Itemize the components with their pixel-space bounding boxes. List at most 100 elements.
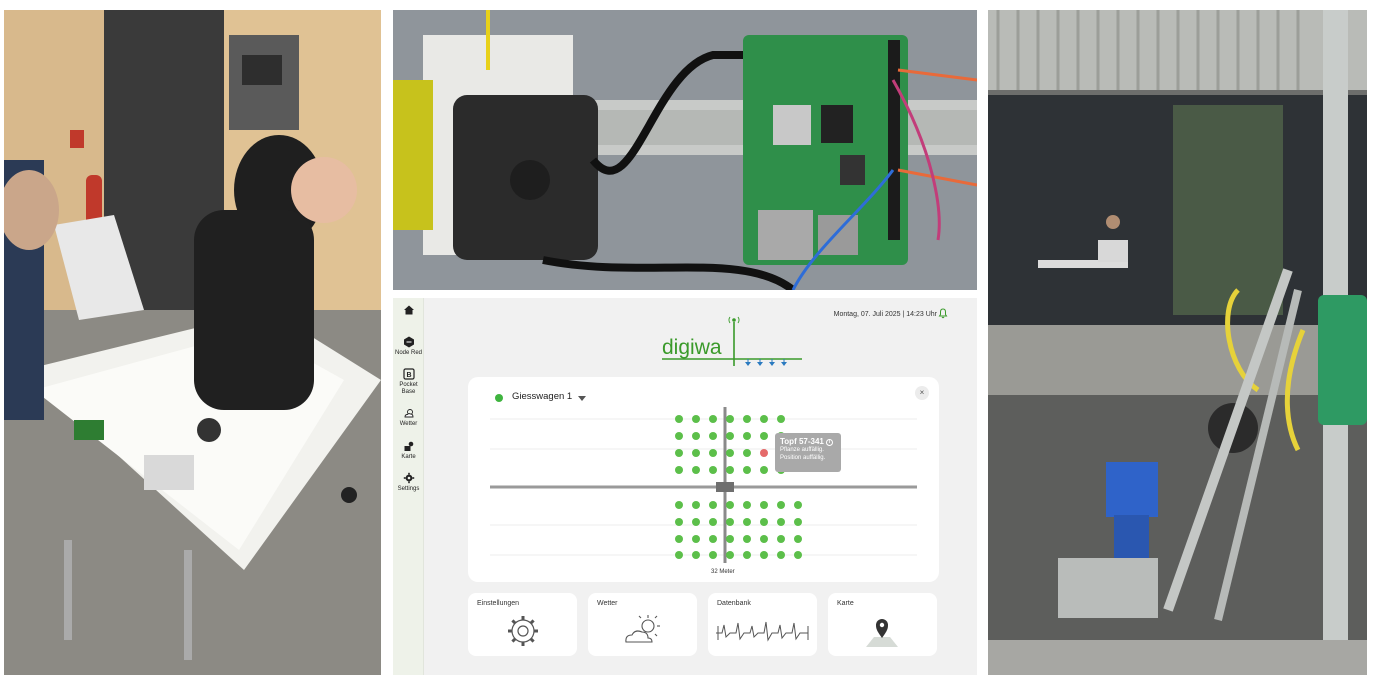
- sidebar-item-label: Settings: [397, 486, 420, 492]
- plant-pot[interactable]: [709, 518, 717, 526]
- plant-pot[interactable]: [794, 518, 802, 526]
- plant-pot[interactable]: [692, 415, 700, 423]
- sidebar-item-label: Pocket Base: [399, 382, 418, 395]
- sidebar-item-pocket-base[interactable]: B Pocket Base: [393, 368, 424, 396]
- plant-pot[interactable]: [709, 432, 717, 440]
- plant-pot[interactable]: [794, 535, 802, 543]
- plant-pot[interactable]: [709, 466, 717, 474]
- plant-pot[interactable]: [726, 518, 734, 526]
- plant-pot[interactable]: [726, 466, 734, 474]
- plant-pot[interactable]: [675, 432, 683, 440]
- plant-pot[interactable]: [760, 535, 768, 543]
- plant-pot[interactable]: [675, 518, 683, 526]
- plant-pot[interactable]: [726, 551, 734, 559]
- photo-outdoor-setup: [988, 10, 1367, 675]
- plant-pot[interactable]: [692, 551, 700, 559]
- plant-pot[interactable]: [675, 501, 683, 509]
- sidebar-item-node-red[interactable]: Node Red: [393, 336, 424, 357]
- plant-pot[interactable]: [760, 415, 768, 423]
- plant-pot[interactable]: [675, 551, 683, 559]
- dashboard-header: digiwa Montag, 07. Juli 2025 | 14:23 Uhr: [424, 298, 977, 370]
- sidebar-item-wetter[interactable]: Wetter: [393, 407, 424, 428]
- plant-tooltip: Topf 57-341 i Pflanze auffällig. Position…: [775, 433, 841, 472]
- tile-label: Wetter: [597, 600, 618, 607]
- pocket-base-icon: B: [402, 368, 415, 380]
- plant-pot[interactable]: [709, 551, 717, 559]
- plant-pot[interactable]: [692, 535, 700, 543]
- tile-datenbank[interactable]: Datenbank: [708, 593, 817, 656]
- map-icon: [404, 441, 413, 451]
- plant-pot[interactable]: [760, 501, 768, 509]
- cart-map-card: Giesswagen 1 × Topf 57-341 i Pflanze auff…: [468, 377, 939, 582]
- plant-pot[interactable]: [777, 551, 785, 559]
- plant-pot[interactable]: [777, 535, 785, 543]
- plant-pot[interactable]: [709, 449, 717, 457]
- tooltip-line-1: Pflanze auffällig.: [780, 447, 824, 453]
- plant-pot[interactable]: [777, 518, 785, 526]
- home-icon: [403, 305, 414, 315]
- plant-pot[interactable]: [743, 518, 751, 526]
- plant-pot[interactable]: [743, 466, 751, 474]
- plant-pot[interactable]: [692, 518, 700, 526]
- info-icon[interactable]: i: [825, 439, 833, 446]
- plant-pot[interactable]: [726, 449, 734, 457]
- plant-pot[interactable]: [743, 501, 751, 509]
- map-pin-icon: [866, 619, 898, 647]
- sidebar: Node Red B Pocket Base Wetter Karte Sett…: [393, 298, 424, 675]
- tile-einstellungen[interactable]: Einstellungen: [468, 593, 577, 656]
- plant-pot[interactable]: [760, 518, 768, 526]
- sidebar-item-karte[interactable]: Karte: [393, 440, 424, 461]
- sidebar-item-label: Wetter: [399, 421, 418, 427]
- plant-pot[interactable]: [675, 415, 683, 423]
- digiwa-logo: digiwa: [662, 316, 802, 366]
- plant-pot[interactable]: [692, 466, 700, 474]
- plant-pot[interactable]: [692, 432, 700, 440]
- plant-pot[interactable]: [709, 415, 717, 423]
- plant-pot[interactable]: [675, 449, 683, 457]
- plant-pot[interactable]: [794, 551, 802, 559]
- plant-pot-alert[interactable]: [760, 449, 768, 457]
- cart-marker: [716, 482, 734, 492]
- tile-wetter[interactable]: Wetter: [588, 593, 697, 656]
- plant-pot[interactable]: [743, 551, 751, 559]
- plant-pot[interactable]: [726, 415, 734, 423]
- tile-label: Einstellungen: [477, 600, 520, 607]
- plant-pot[interactable]: [760, 466, 768, 474]
- plant-pot[interactable]: [794, 501, 802, 509]
- gear-icon: [403, 472, 414, 484]
- plant-pot[interactable]: [726, 432, 734, 440]
- plant-pot[interactable]: [760, 551, 768, 559]
- bell-icon[interactable]: [937, 307, 949, 319]
- plant-pot[interactable]: [675, 535, 683, 543]
- datetime-display: Montag, 07. Juli 2025 | 14:23 Uhr: [833, 311, 937, 318]
- plant-pot[interactable]: [743, 535, 751, 543]
- plant-pot[interactable]: [760, 432, 768, 440]
- plant-pot[interactable]: [692, 449, 700, 457]
- plant-pot[interactable]: [743, 449, 751, 457]
- sidebar-item-label: Karte: [401, 454, 416, 460]
- sidebar-item-label: Node Red: [394, 350, 423, 356]
- plant-pot[interactable]: [726, 501, 734, 509]
- dashboard-screenshot: Node Red B Pocket Base Wetter Karte Sett…: [393, 298, 977, 675]
- plant-pot[interactable]: [743, 432, 751, 440]
- plant-pot[interactable]: [692, 501, 700, 509]
- plant-pot[interactable]: [743, 415, 751, 423]
- plant-pot[interactable]: [709, 501, 717, 509]
- sidebar-item-home[interactable]: [393, 304, 424, 318]
- tooltip-line-2: Position auffällig.: [780, 455, 826, 461]
- plant-pot[interactable]: [709, 535, 717, 543]
- plant-pot[interactable]: [777, 501, 785, 509]
- plant-pot[interactable]: [726, 535, 734, 543]
- tile-karte[interactable]: Karte: [828, 593, 937, 656]
- plant-pot[interactable]: [777, 415, 785, 423]
- logo-text: digiwa: [662, 336, 722, 359]
- node-red-icon: [403, 336, 414, 348]
- plant-pot[interactable]: [675, 466, 683, 474]
- tooltip-title: Topf 57-341 i: [780, 437, 836, 446]
- scale-label: 32 Meter: [711, 569, 735, 575]
- weather-icon: [625, 615, 660, 643]
- waveform-icon: [716, 621, 809, 642]
- sidebar-item-settings[interactable]: Settings: [393, 472, 424, 493]
- plant-grid-map: [490, 407, 917, 563]
- tile-label: Datenbank: [717, 600, 751, 607]
